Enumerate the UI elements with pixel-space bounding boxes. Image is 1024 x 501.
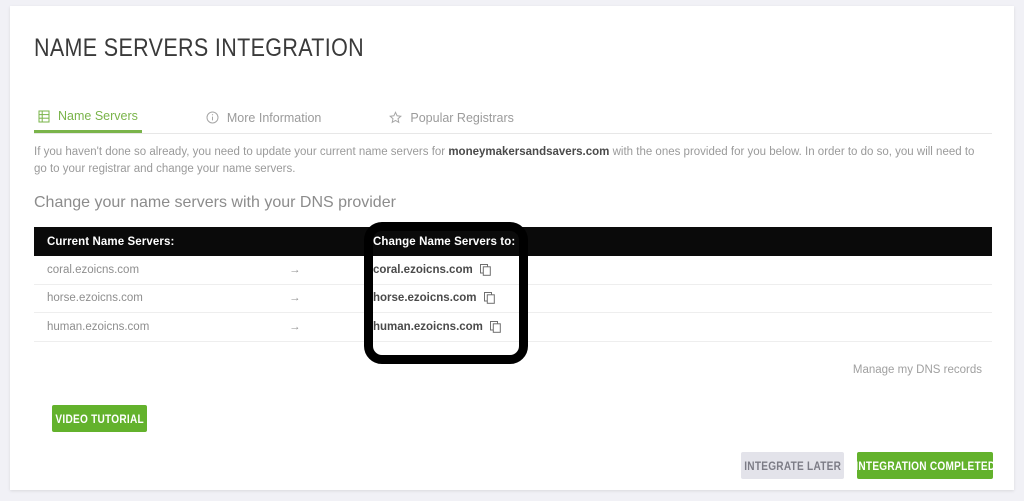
copy-icon[interactable] bbox=[483, 292, 495, 305]
tab-label: Popular Registrars bbox=[410, 110, 514, 125]
tab-label: More Information bbox=[226, 110, 322, 125]
star-icon bbox=[389, 111, 403, 124]
name-servers-table: Current Name Servers: Change Name Server… bbox=[34, 227, 992, 342]
video-tutorial-button[interactable]: VIDEO TUTORIAL bbox=[52, 405, 147, 432]
server-icon bbox=[38, 110, 50, 123]
new-name-server-cell: human.ezoicns.com bbox=[364, 320, 992, 333]
content-card: NAME SERVERS INTEGRATION Name Servers Mo… bbox=[10, 6, 1014, 490]
tab-bar: Name Servers More Information Popular Re… bbox=[34, 102, 992, 134]
column-header-change-to: Change Name Servers to: bbox=[373, 235, 516, 248]
new-name-server-cell: coral.ezoicns.com bbox=[364, 263, 992, 276]
table-row: human.ezoicns.com → human.ezoicns.com bbox=[34, 313, 992, 342]
tab-popular-registrars[interactable]: Popular Registrars bbox=[385, 102, 518, 133]
copy-icon[interactable] bbox=[479, 263, 491, 276]
integrate-later-button[interactable]: INTEGRATE LATER bbox=[741, 452, 844, 479]
info-circle-icon bbox=[206, 111, 219, 124]
current-name-server: coral.ezoicns.com bbox=[47, 263, 140, 276]
new-name-server: human.ezoicns.com bbox=[373, 320, 483, 333]
new-name-server-cell: horse.ezoicns.com bbox=[364, 292, 992, 304]
copy-icon[interactable] bbox=[489, 320, 501, 333]
video-tutorial-label: VIDEO TUTORIAL bbox=[55, 411, 144, 426]
integration-completed-button[interactable]: INTEGRATION COMPLETED bbox=[854, 452, 996, 479]
section-subtitle: Change your name servers with your DNS p… bbox=[34, 194, 396, 211]
description-part1: If you haven't done so already, you need… bbox=[34, 146, 449, 158]
new-name-server: horse.ezoicns.com bbox=[373, 292, 477, 305]
arrow-icon: → bbox=[289, 320, 301, 333]
tab-more-information[interactable]: More Information bbox=[202, 102, 325, 133]
new-name-server: coral.ezoicns.com bbox=[373, 263, 473, 276]
description-domain: moneymakersandsavers.com bbox=[448, 146, 610, 158]
description-text: If you haven't done so already, you need… bbox=[34, 144, 986, 178]
tab-name-servers[interactable]: Name Servers bbox=[34, 102, 142, 133]
tab-label: Name Servers bbox=[58, 109, 138, 123]
manage-dns-records-link[interactable]: Manage my DNS records bbox=[853, 364, 982, 376]
table-header-row: Current Name Servers: Change Name Server… bbox=[34, 227, 992, 256]
arrow-icon: → bbox=[289, 292, 301, 305]
integration-completed-label: INTEGRATION COMPLETED bbox=[854, 458, 996, 473]
page-title: NAME SERVERS INTEGRATION bbox=[34, 34, 365, 62]
current-name-server: horse.ezoicns.com bbox=[47, 292, 143, 305]
app-root: NAME SERVERS INTEGRATION Name Servers Mo… bbox=[0, 0, 1024, 501]
integrate-later-label: INTEGRATE LATER bbox=[744, 458, 841, 473]
table-row: horse.ezoicns.com → horse.ezoicns.com bbox=[34, 285, 992, 313]
table-row: coral.ezoicns.com → coral.ezoicns.com bbox=[34, 256, 992, 285]
current-name-server: human.ezoicns.com bbox=[47, 320, 150, 333]
column-header-current: Current Name Servers: bbox=[47, 235, 175, 248]
arrow-icon: → bbox=[289, 263, 301, 276]
